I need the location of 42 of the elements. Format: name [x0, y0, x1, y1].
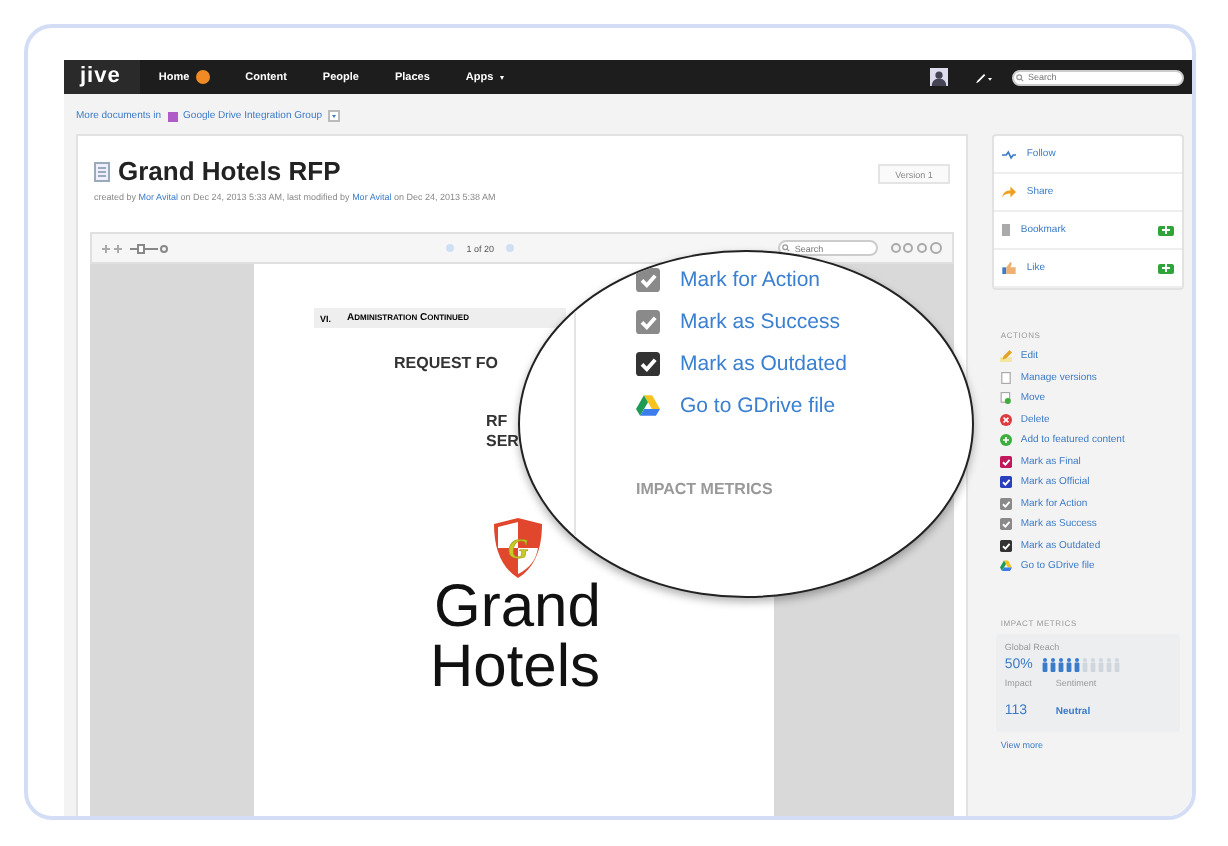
avatar-icon[interactable]	[930, 68, 948, 86]
delete-icon	[1000, 413, 1013, 426]
checkbox-icon	[1000, 497, 1013, 510]
document-text: RF	[486, 412, 508, 430]
group-icon	[167, 111, 178, 121]
action-link[interactable]: Mark as Outdated	[636, 352, 972, 376]
action-link[interactable]: Mark as Success	[636, 310, 972, 334]
follow-icon	[1002, 149, 1017, 159]
checkbox-icon	[1000, 539, 1013, 552]
document-text: SER	[486, 432, 519, 450]
caret-icon	[499, 75, 504, 79]
section-heading: IMPACT METRICS	[636, 480, 775, 498]
bookmark-icon	[1002, 224, 1011, 236]
checkbox-icon	[1000, 455, 1013, 468]
dropdown-button[interactable]	[328, 110, 341, 122]
search-icon	[1016, 73, 1024, 81]
move-icon	[1000, 392, 1013, 405]
document-title: Grand Hotels RFP	[118, 156, 341, 186]
share-arrow-icon	[1002, 186, 1017, 198]
checkbox-icon	[636, 352, 660, 376]
document-icon	[94, 161, 110, 181]
add-icon[interactable]	[1158, 263, 1174, 273]
gdrive-icon	[636, 394, 660, 418]
thumbs-up-icon	[1002, 262, 1017, 274]
document-icon	[1000, 371, 1013, 384]
add-icon	[1000, 434, 1013, 447]
search-icon	[782, 244, 791, 252]
action-link[interactable]: Go to GDrive file	[636, 394, 972, 418]
document-title-text: Grand	[434, 578, 601, 638]
viewer-tools-drawing[interactable]	[890, 242, 943, 254]
logo[interactable]: jive	[64, 60, 141, 94]
add-icon[interactable]	[1158, 225, 1174, 235]
pencil-icon	[1000, 350, 1013, 363]
document-title-text: Hotels	[430, 638, 601, 698]
checkbox-icon	[636, 310, 660, 334]
action-link[interactable]: Mark for Action	[636, 268, 972, 292]
checkbox-icon	[1000, 518, 1013, 531]
gdrive-icon	[1000, 560, 1013, 573]
checkbox-icon	[1000, 476, 1013, 489]
document-text: REQUEST FO	[394, 354, 499, 372]
pencil-icon[interactable]	[976, 71, 992, 83]
notification-badge	[195, 70, 210, 84]
